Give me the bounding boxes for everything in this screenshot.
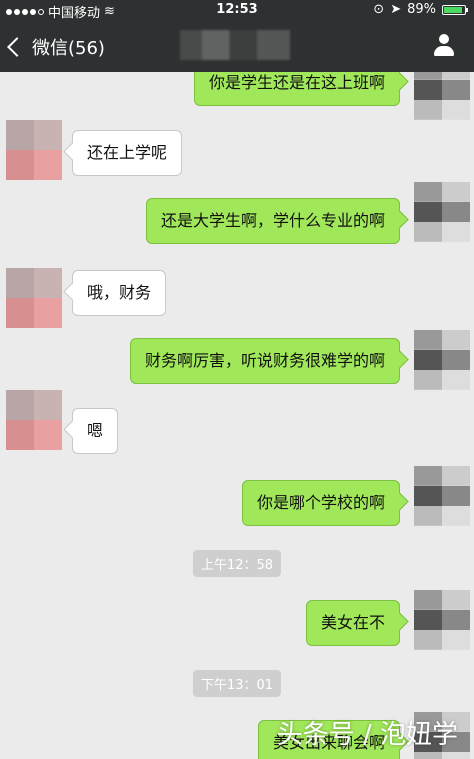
battery-fill xyxy=(444,6,462,13)
avatar[interactable] xyxy=(414,590,470,650)
message-bubble[interactable]: 还在上学呢 xyxy=(72,130,183,176)
message-bubble[interactable]: 还是大学生啊，学什么专业的啊 xyxy=(145,198,400,244)
battery-icon xyxy=(442,4,468,15)
chat-area[interactable]: 你是学生还是在这上班啊 还在上学呢 还是大学生啊，学什么专业的啊 哦，财务 财务… xyxy=(0,72,474,759)
chevron-left-icon xyxy=(7,37,27,57)
message-bubble[interactable]: 哦，财务 xyxy=(72,270,167,316)
message-bubble[interactable]: 你是哪个学校的啊 xyxy=(241,480,400,526)
avatar[interactable] xyxy=(414,330,470,390)
message-bubble[interactable]: 嗯 xyxy=(72,408,119,454)
back-label: 微信(56) xyxy=(32,38,105,59)
timestamp: 下午13：01 xyxy=(192,670,282,697)
avatar[interactable] xyxy=(6,120,62,180)
avatar[interactable] xyxy=(414,182,470,242)
message-bubble[interactable]: 美女在不 xyxy=(305,600,400,646)
status-right: ⊙ ➤ 89% xyxy=(373,2,468,17)
avatar[interactable] xyxy=(414,466,470,526)
nav-bar: 微信(56) xyxy=(0,20,474,72)
battery-percent: 89% xyxy=(407,2,436,17)
back-button[interactable]: 微信(56) xyxy=(7,34,105,60)
watermark: 头条号 / 泡妞学 xyxy=(276,720,458,750)
timestamp: 上午12：58 xyxy=(192,550,282,577)
status-bar: 中国移动 ≋ 12:53 ⊙ ➤ 89% xyxy=(0,0,474,21)
location-icon: ➤ xyxy=(390,2,402,17)
message-bubble[interactable]: 财务啊厉害，听说财务很难学的啊 xyxy=(129,338,400,384)
message-bubble[interactable]: 你是学生还是在这上班啊 xyxy=(193,72,400,106)
avatar[interactable] xyxy=(6,390,62,450)
avatar[interactable] xyxy=(6,268,62,328)
person-icon[interactable] xyxy=(432,34,456,58)
chat-title-blurred xyxy=(180,30,290,60)
avatar[interactable] xyxy=(414,72,470,120)
lock-rotation-icon: ⊙ xyxy=(373,2,385,17)
